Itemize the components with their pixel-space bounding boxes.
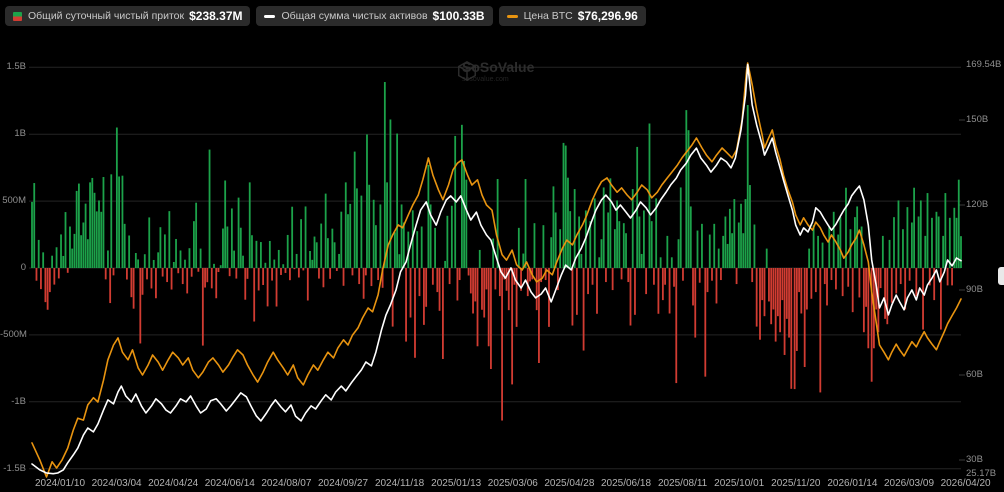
current-value-handle[interactable] bbox=[998, 267, 1004, 285]
left-axis-tick: 0 bbox=[0, 262, 26, 273]
left-axis-tick: -1B bbox=[0, 396, 26, 407]
legend-label-flow: Общий суточный чистый приток bbox=[28, 10, 184, 22]
x-axis-date-tick: 2024/11/18 bbox=[375, 478, 424, 489]
legend-item-daily-net-inflow[interactable]: Общий суточный чистый приток $238.37M bbox=[5, 6, 250, 26]
legend-label-assets: Общая сумма чистых активов bbox=[281, 10, 427, 22]
x-axis-date-tick: 2025/03/06 bbox=[488, 478, 538, 489]
x-axis-date-tick: 2025/11/20 bbox=[771, 478, 820, 489]
right-axis-tick: 30B bbox=[966, 454, 983, 465]
x-axis-date-tick: 2026/04/20 bbox=[941, 478, 991, 489]
right-axis-tick: 60B bbox=[966, 369, 983, 380]
chart-legend: Общий суточный чистый приток $238.37M Об… bbox=[5, 6, 646, 26]
right-axis-tick: 90B bbox=[966, 284, 983, 295]
sosovalue-cube-icon bbox=[456, 60, 478, 82]
daily-net-inflow-bars bbox=[31, 82, 962, 421]
right-axis-tick: 169.54B bbox=[966, 59, 1001, 70]
inflow-outflow-icon bbox=[13, 12, 22, 21]
x-axis-date-tick: 2024/01/10 bbox=[35, 478, 85, 489]
legend-value-flow: $238.37M bbox=[189, 9, 242, 23]
left-axis-tick: -1.5B bbox=[0, 463, 26, 474]
x-axis-date-tick: 2025/04/28 bbox=[544, 478, 594, 489]
left-axis-tick: 1B bbox=[0, 128, 26, 139]
x-axis-date-tick: 2026/01/14 bbox=[827, 478, 877, 489]
sosovalue-watermark: SoSoValue sosovalue.com bbox=[456, 60, 534, 83]
x-axis-date-tick: 2024/04/24 bbox=[148, 478, 198, 489]
x-axis-date-tick: 2024/09/27 bbox=[318, 478, 368, 489]
x-axis-date-tick: 2024/08/07 bbox=[261, 478, 311, 489]
legend-item-btc-price[interactable]: Цена BTC $76,296.96 bbox=[499, 6, 646, 26]
left-axis-tick: -500M bbox=[0, 329, 26, 340]
left-axis-tick: 500M bbox=[0, 195, 26, 206]
x-axis-date-tick: 2026/03/09 bbox=[884, 478, 934, 489]
right-axis-tick: 120B bbox=[966, 199, 988, 210]
x-axis-date-tick: 2025/01/13 bbox=[431, 478, 481, 489]
legend-value-price: $76,296.96 bbox=[578, 9, 638, 23]
x-axis-date-tick: 2025/06/18 bbox=[601, 478, 651, 489]
x-axis-date-tick: 2025/10/01 bbox=[714, 478, 764, 489]
etf-flow-dashboard: Общий суточный чистый приток $238.37M Об… bbox=[0, 0, 1004, 492]
legend-item-total-net-assets[interactable]: Общая сумма чистых активов $100.33B bbox=[256, 6, 492, 26]
x-axis-date-tick: 2024/03/04 bbox=[92, 478, 142, 489]
legend-label-price: Цена BTC bbox=[524, 10, 573, 22]
left-axis-tick: 1.5B bbox=[0, 61, 26, 72]
x-axis-date-tick: 2024/06/14 bbox=[205, 478, 255, 489]
x-axis-date-tick: 2025/08/11 bbox=[658, 478, 707, 489]
legend-value-assets: $100.33B bbox=[433, 9, 485, 23]
assets-line-icon bbox=[264, 15, 275, 18]
right-axis-tick: 150B bbox=[966, 114, 988, 125]
price-line-icon bbox=[507, 15, 518, 18]
